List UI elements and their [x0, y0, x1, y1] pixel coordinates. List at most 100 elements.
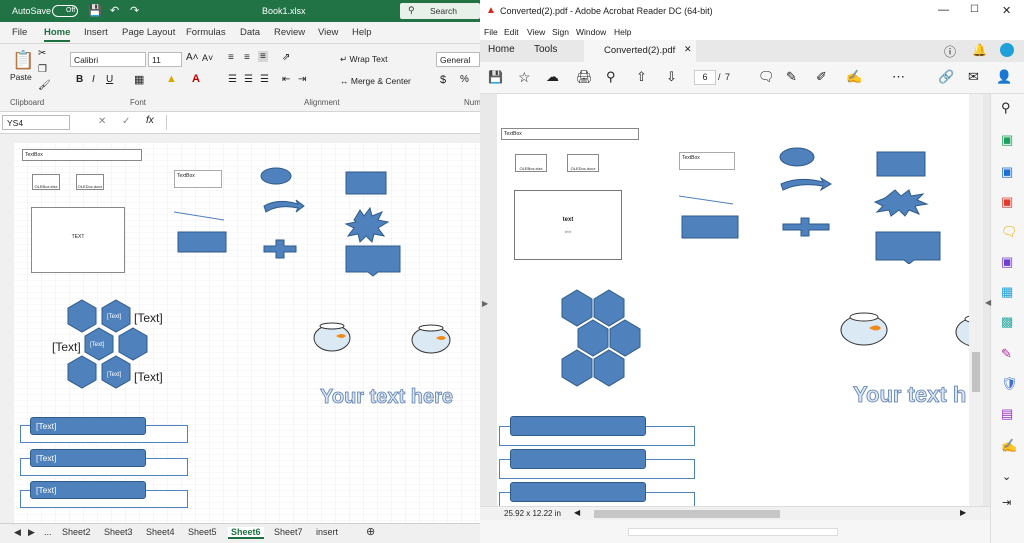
sheet-tab-sheet4[interactable]: Sheet4 — [146, 527, 175, 537]
page-number-input[interactable]: 6 — [694, 70, 716, 85]
paste-label[interactable]: Paste — [10, 72, 32, 82]
tab-home[interactable]: Home — [488, 44, 515, 55]
vertical-scrollbar[interactable] — [969, 94, 983, 506]
protect-icon[interactable]: 🛡 — [1001, 376, 1018, 392]
textbox-shape[interactable]: TextBox — [22, 149, 142, 161]
percent-icon[interactable]: % — [460, 74, 469, 85]
spreadsheet-grid[interactable]: TextBox OLEBox.xlsx OLEDoc.docx TextBox … — [0, 134, 480, 523]
borders-icon[interactable]: ▦ — [134, 73, 144, 86]
search-box[interactable]: ⚲ Search — [400, 3, 480, 19]
cut-icon[interactable]: ✂ — [38, 48, 46, 59]
avatar[interactable] — [1000, 43, 1014, 57]
sheet-tab-insert[interactable]: insert — [316, 527, 338, 537]
tab-help[interactable]: Help — [352, 27, 372, 38]
zoom-out-icon[interactable]: ⚲ — [606, 69, 616, 85]
paste-icon[interactable]: 📋 — [12, 50, 34, 71]
left-panel-toggle-icon[interactable]: ▶ — [482, 299, 488, 308]
prev-page-icon[interactable]: ⇧ — [636, 69, 647, 85]
add-sheet-icon[interactable]: ⊕ — [366, 525, 375, 538]
close-icon[interactable]: ✕ — [1002, 4, 1011, 17]
sheet-tab-sheet2[interactable]: Sheet2 — [62, 527, 91, 537]
list-item-2[interactable]: [Text] — [30, 449, 146, 467]
cancel-icon[interactable]: ✕ — [98, 116, 106, 127]
bookmark-star-icon[interactable]: ☆ — [518, 69, 531, 86]
tab-review[interactable]: Review — [274, 27, 305, 38]
align-left-icon[interactable]: ☰ — [228, 74, 237, 85]
merge-center-button[interactable]: ↔ Merge & Center — [340, 76, 411, 86]
scroll-left-icon[interactable]: ◀ — [574, 508, 580, 517]
collapse-panel-icon[interactable]: ⇥ — [1002, 496, 1011, 509]
fill-color-icon[interactable]: ▲ — [166, 73, 177, 85]
maximize-icon[interactable]: ☐ — [970, 4, 979, 15]
rectangle-text-box[interactable]: TEXT — [31, 207, 125, 273]
orientation-icon[interactable]: ⇗ — [282, 52, 290, 63]
tab-formulas[interactable]: Formulas — [186, 27, 226, 38]
decrease-indent-icon[interactable]: ⇤ — [282, 74, 290, 85]
ole-object-docx[interactable]: OLEDoc.docx — [76, 174, 104, 190]
sheet-tab-sheet7[interactable]: Sheet7 — [274, 527, 303, 537]
right-panel-toggle-icon[interactable]: ◀ — [985, 298, 991, 307]
save-icon[interactable]: 💾 — [88, 4, 102, 17]
align-center-icon[interactable]: ☰ — [244, 74, 253, 85]
export-pdf-icon[interactable]: ▣ — [1001, 132, 1013, 148]
fill-sign-icon[interactable]: ✍ — [846, 69, 862, 85]
tab-document[interactable]: Converted(2).pdf ✕ — [584, 40, 696, 62]
sheet-tab-sheet6[interactable]: Sheet6 — [228, 527, 264, 539]
email-icon[interactable]: ✉ — [968, 69, 979, 85]
insert-function-icon[interactable]: fx — [146, 115, 154, 126]
menu-sign[interactable]: Sign — [552, 27, 569, 37]
more-sheets[interactable]: ... — [44, 527, 52, 537]
decrease-font-icon[interactable]: A˅ — [202, 53, 213, 63]
next-sheet-icon[interactable]: ▶ — [28, 527, 35, 538]
upload-icon[interactable]: ☁ — [546, 69, 559, 85]
organize-pages-icon[interactable]: ▦ — [1001, 284, 1013, 300]
align-top-icon[interactable]: ≡ — [228, 52, 234, 63]
tab-data[interactable]: Data — [240, 27, 260, 38]
horizontal-scroll-thumb[interactable] — [594, 510, 780, 518]
scrollbar-thumb[interactable] — [972, 352, 980, 392]
ole-object-xlsx[interactable]: OLEBox.xlsx — [32, 174, 60, 190]
fishbowl-image-1[interactable] — [312, 320, 352, 352]
prepare-form-icon[interactable]: ▤ — [1001, 406, 1013, 422]
font-color-icon[interactable]: A — [192, 73, 200, 85]
tab-home[interactable]: Home — [44, 27, 71, 42]
increase-font-icon[interactable]: A˄ — [186, 52, 199, 63]
prev-sheet-icon[interactable]: ◀ — [14, 527, 21, 538]
number-format-select[interactable]: General — [436, 52, 480, 67]
more-tools-icon[interactable]: ⋯ — [892, 69, 905, 85]
sheet-tab-sheet5[interactable]: Sheet5 — [188, 527, 217, 537]
menu-window[interactable]: Window — [576, 27, 606, 37]
highlight-pen-icon[interactable]: ✎ — [786, 69, 797, 85]
format-painter-icon[interactable]: 🖌 — [38, 80, 51, 91]
help-icon[interactable]: ⓘ — [944, 43, 956, 60]
tab-view[interactable]: View — [318, 27, 338, 38]
zoom-in-icon[interactable]: ⚲ — [1001, 100, 1011, 116]
tab-insert[interactable]: Insert — [84, 27, 108, 38]
next-page-icon[interactable]: ⇩ — [666, 69, 677, 85]
align-middle-icon[interactable]: ≡ — [244, 52, 250, 63]
autosave-toggle[interactable]: Off — [52, 5, 78, 17]
font-size-select[interactable]: 11 — [148, 52, 182, 67]
save-icon[interactable]: 💾 — [488, 70, 503, 84]
tab-file[interactable]: File — [12, 27, 27, 38]
minimize-icon[interactable]: — — [938, 4, 949, 16]
increase-indent-icon[interactable]: ⇥ — [298, 74, 306, 85]
redo-icon[interactable]: ↷ — [130, 4, 139, 17]
menu-edit[interactable]: Edit — [504, 27, 519, 37]
font-name-select[interactable]: Calibri — [70, 52, 146, 67]
print-icon[interactable]: 🖨 — [576, 69, 593, 85]
list-item-3[interactable]: [Text] — [30, 481, 146, 499]
menu-help[interactable]: Help — [614, 27, 631, 37]
copy-icon[interactable]: ❐ — [38, 64, 47, 75]
enter-icon[interactable]: ✓ — [122, 116, 130, 127]
sheet-tab-sheet3[interactable]: Sheet3 — [104, 527, 133, 537]
combine-files-icon[interactable]: ▣ — [1001, 254, 1013, 270]
align-bottom-icon[interactable]: ≡ — [258, 51, 268, 62]
menu-view[interactable]: View — [527, 27, 545, 37]
undo-icon[interactable]: ↶ — [110, 4, 119, 17]
tab-tools[interactable]: Tools — [534, 44, 557, 55]
expand-tools-icon[interactable]: ⌄ — [1002, 470, 1011, 483]
wordart-text[interactable]: Your text here — [320, 386, 454, 409]
wrap-text-button[interactable]: ↵ Wrap Text — [340, 54, 387, 65]
draw-icon[interactable]: ✐ — [816, 69, 827, 85]
